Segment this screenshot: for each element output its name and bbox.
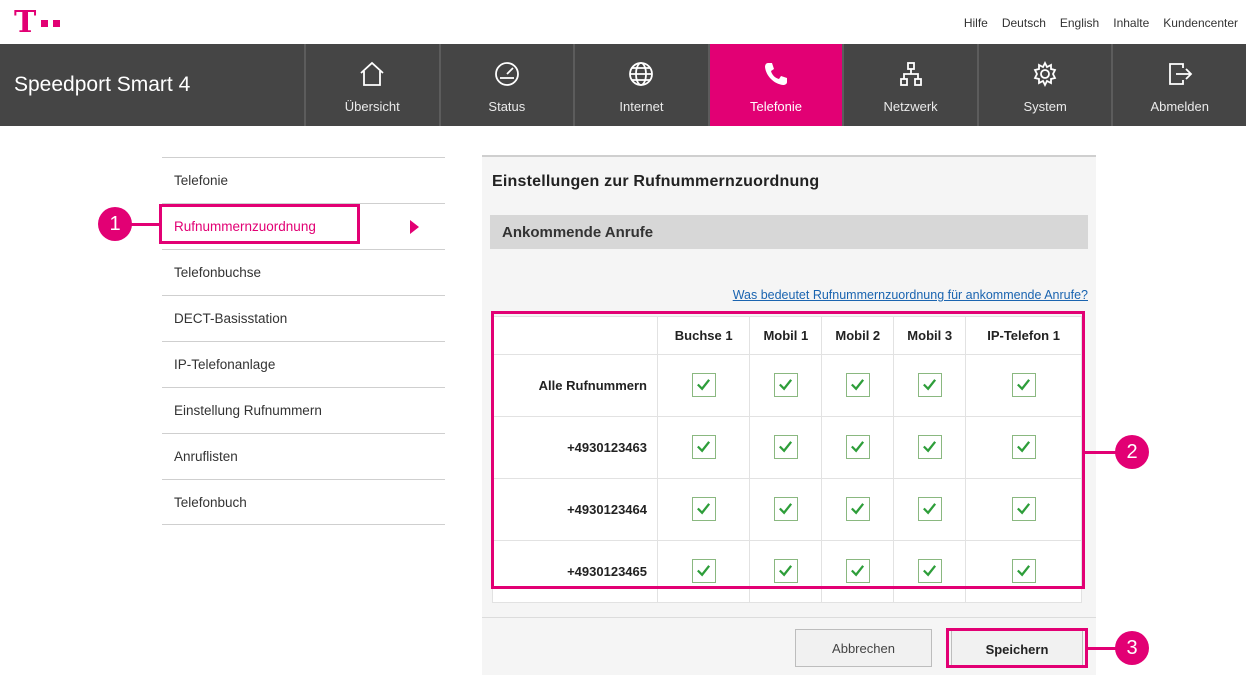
nav-item-telefonie[interactable]: Telefonie [707, 44, 843, 126]
highlight-frame-table [491, 311, 1085, 589]
active-arrow-icon [410, 220, 419, 234]
nav-label: Übersicht [344, 99, 400, 114]
page-title: Einstellungen zur Rufnummernzuordnung [492, 173, 820, 190]
sidebar-item-label: IP-Telefonanlage [174, 357, 276, 372]
link-inhalte[interactable]: Inhalte [1113, 16, 1149, 30]
sidebar-item-ip-telefonanlage[interactable]: IP-Telefonanlage [162, 341, 445, 387]
callout-line-2 [1085, 451, 1117, 454]
sidebar-item-telefonbuch[interactable]: Telefonbuch [162, 479, 445, 525]
sidebar-item-label: Anruflisten [174, 449, 238, 464]
callout-line-3 [1088, 647, 1117, 650]
cancel-button[interactable]: Abbrechen [795, 629, 932, 667]
telekom-logo[interactable]: T [14, 5, 104, 40]
nav-label: System [1023, 99, 1067, 114]
callout-line-1 [130, 223, 160, 226]
sidebar-item-einstellung-rufnummern[interactable]: Einstellung Rufnummern [162, 387, 445, 433]
help-link[interactable]: Was bedeutet Rufnummernzuordnung für ank… [733, 288, 1088, 302]
link-deutsch[interactable]: Deutsch [1002, 16, 1046, 30]
nav-item-netzwerk[interactable]: Netzwerk [842, 44, 977, 126]
nav-label: Telefonie [749, 99, 803, 114]
sidebar-item-anruflisten[interactable]: Anruflisten [162, 433, 445, 479]
sidebar-item-label: DECT-Basisstation [174, 311, 288, 326]
main-navigation: Speedport Smart 4 Übersicht Status Inter… [0, 44, 1246, 126]
sidebar-item-telefonbuchse[interactable]: Telefonbuchse [162, 249, 445, 295]
callout-2: 2 [1115, 435, 1149, 469]
gear-icon [1028, 57, 1062, 91]
network-icon [894, 57, 928, 91]
nav-item-status[interactable]: Status [438, 44, 574, 126]
nav-label: Netzwerk [883, 99, 938, 114]
logo-dot [41, 19, 49, 27]
phone-icon [759, 57, 793, 91]
top-links: Hilfe Deutsch English Inhalte Kundencent… [964, 16, 1238, 30]
nav-item-uebersicht[interactable]: Übersicht [303, 44, 439, 126]
product-name: Speedport Smart 4 [14, 73, 191, 96]
nav-label: Status [488, 99, 526, 114]
callout-1: 1 [98, 207, 132, 241]
link-hilfe[interactable]: Hilfe [964, 16, 988, 30]
nav-label: Abmelden [1150, 99, 1209, 114]
globe-icon [624, 57, 658, 91]
highlight-frame-sidebar [159, 204, 360, 244]
nav-label: Internet [619, 99, 664, 114]
nav-item-abmelden[interactable]: Abmelden [1111, 44, 1246, 126]
sidebar-item-label: Telefonbuch [174, 494, 247, 510]
home-icon [355, 57, 389, 91]
callout-3: 3 [1115, 631, 1149, 665]
gauge-icon [490, 57, 524, 91]
sidebar-item-label: Telefonie [174, 173, 229, 188]
nav-item-internet[interactable]: Internet [573, 44, 708, 126]
sidebar-item-telefonie[interactable]: Telefonie [162, 157, 445, 203]
link-kundencenter[interactable]: Kundencenter [1163, 16, 1238, 30]
sidebar-item-label: Einstellung Rufnummern [174, 403, 322, 418]
logout-icon [1163, 57, 1197, 91]
logo-dot [53, 19, 61, 27]
link-english[interactable]: English [1060, 16, 1099, 30]
sidebar-item-dect-basisstation[interactable]: DECT-Basisstation [162, 295, 445, 341]
telekom-logo-mark: T [14, 5, 37, 40]
section-header: Ankommende Anrufe [490, 215, 1088, 249]
highlight-frame-save [946, 628, 1088, 668]
sidebar-item-label: Telefonbuchse [174, 265, 262, 280]
nav-item-system[interactable]: System [976, 44, 1112, 126]
